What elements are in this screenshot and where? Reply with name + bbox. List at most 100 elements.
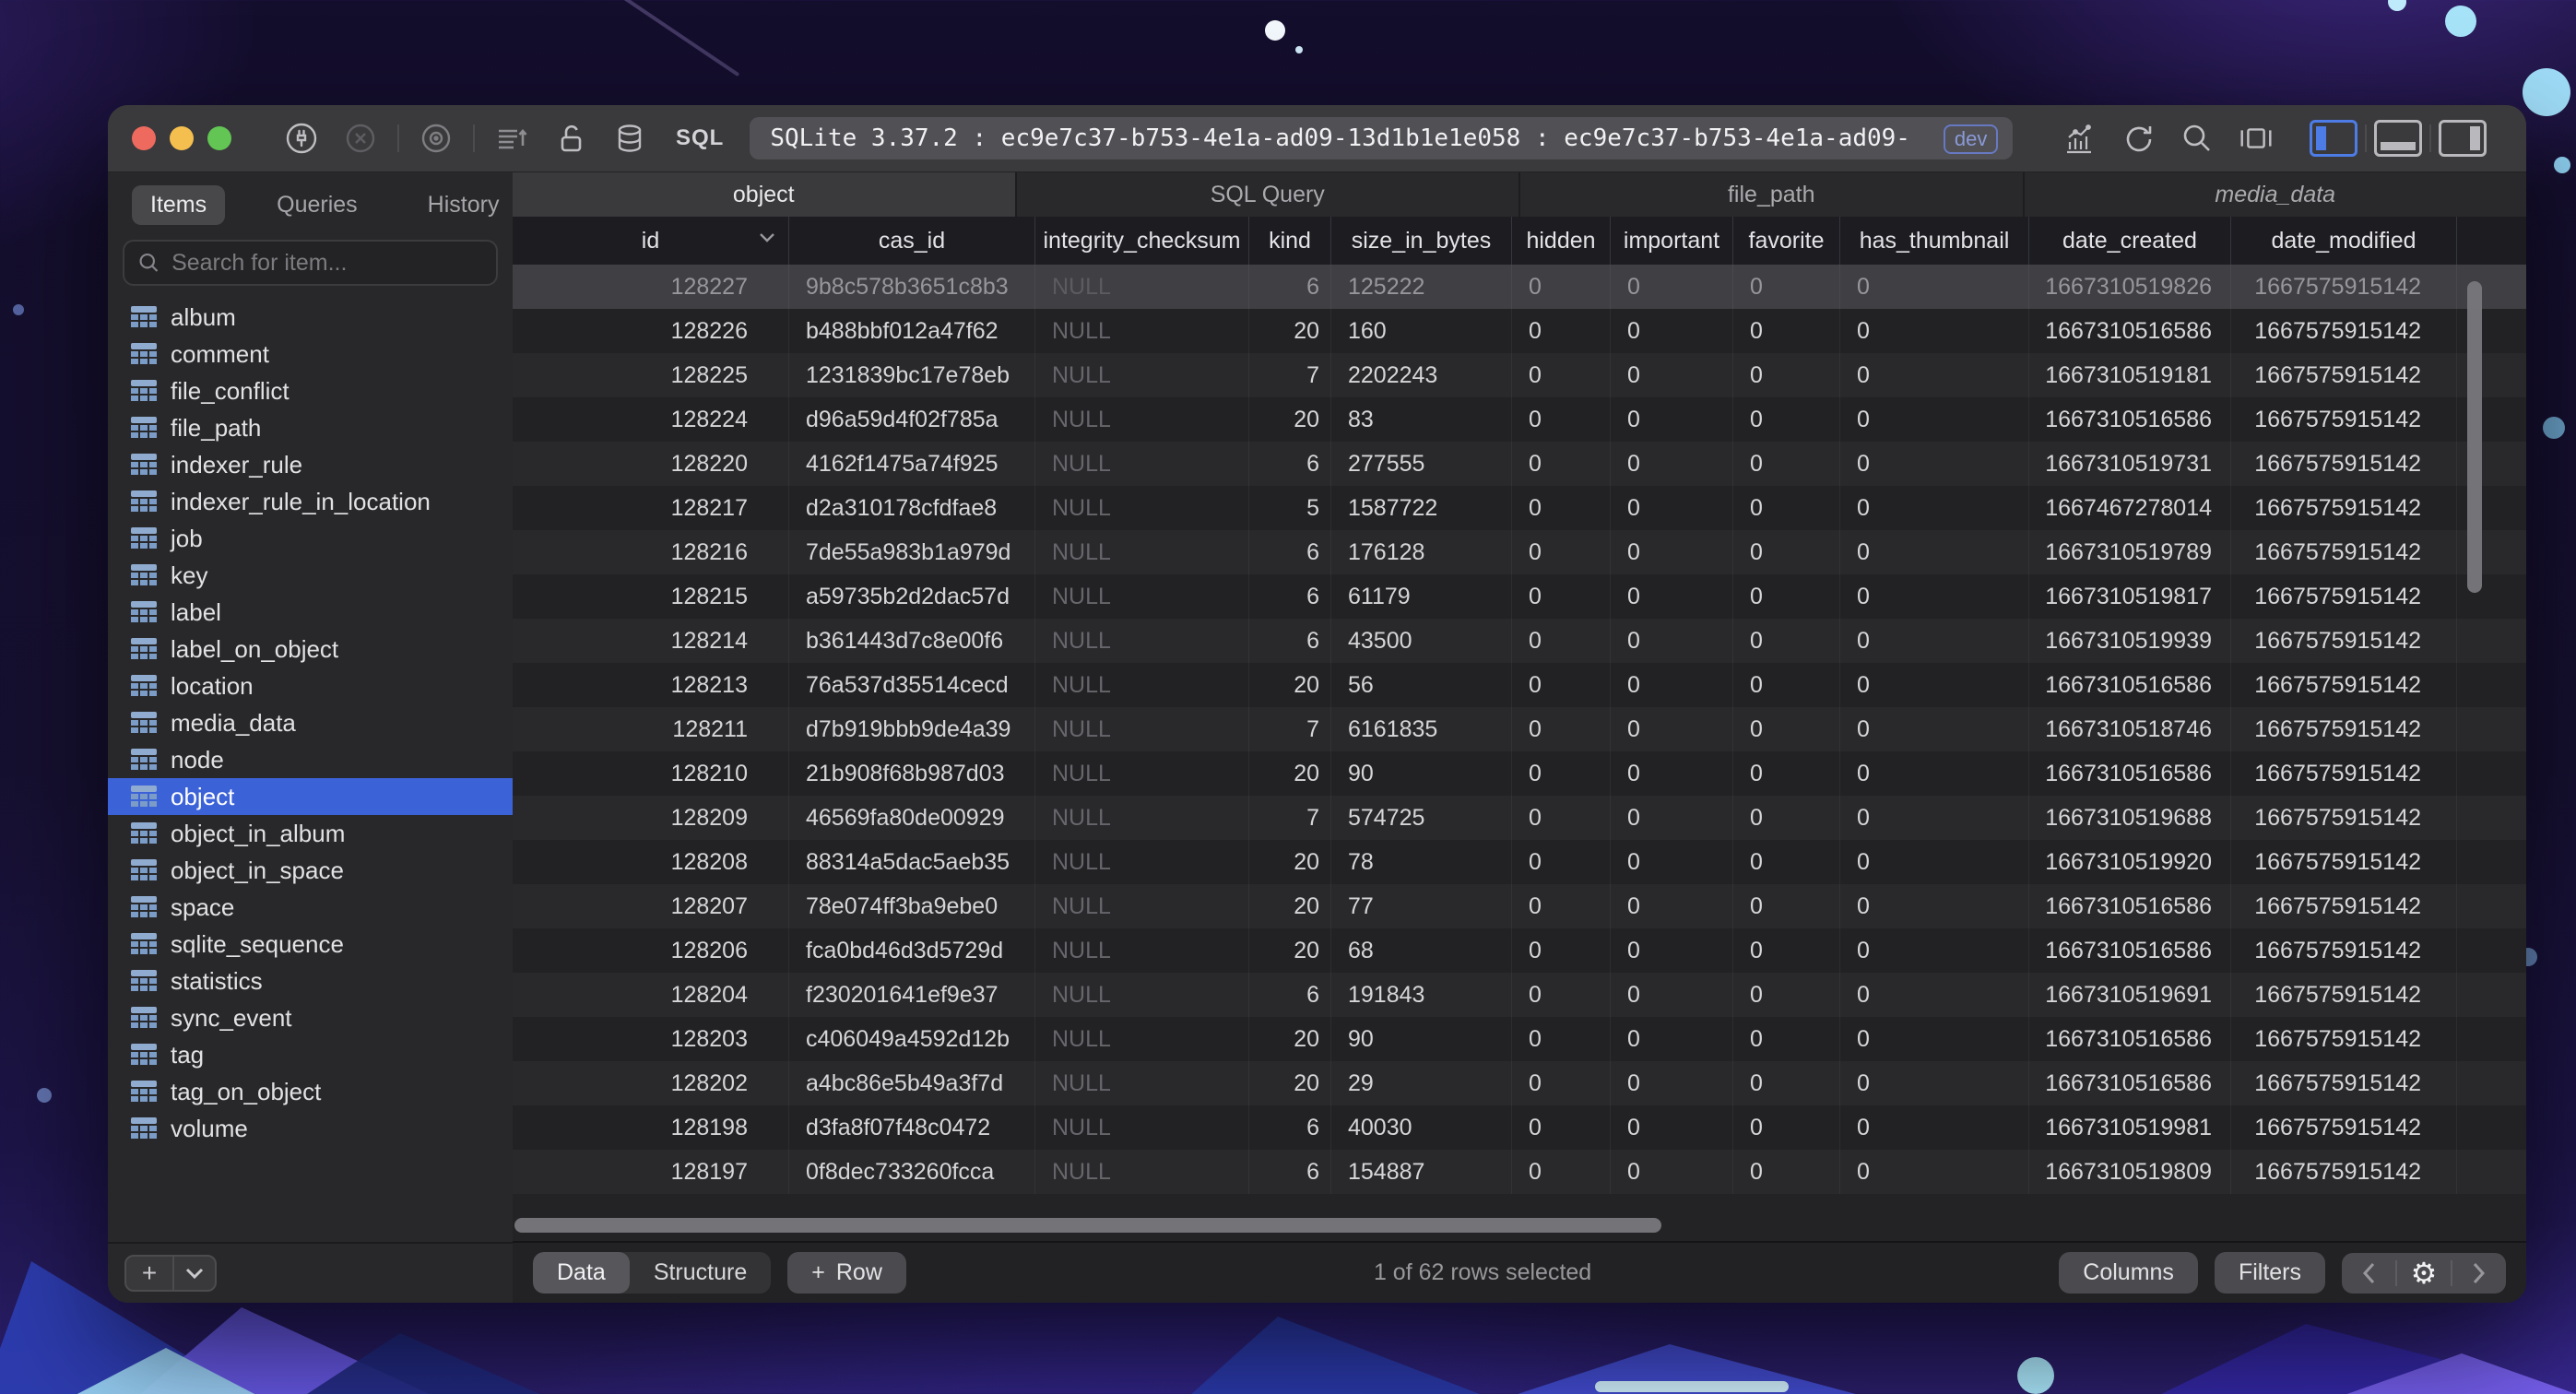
table-row[interactable]: 128202 a4bc86e5b49a3f7d NULL 20 29 0 0 0 0 166731… — [513, 1061, 2526, 1105]
toggle-left-sidebar-icon[interactable] — [2310, 120, 2358, 157]
sidebar-item-statistics[interactable]: statistics — [108, 963, 513, 999]
connection-title-field[interactable]: SQLite 3.37.2 : ec9e7c37-b753-4e1a-ad09-… — [750, 117, 2014, 159]
sort-chevron-down-icon[interactable] — [759, 232, 775, 243]
sidebar-item-tag[interactable]: tag — [108, 1036, 513, 1073]
sidebar-item-label[interactable]: label — [108, 594, 513, 631]
sidebar-tab-items[interactable]: Items — [132, 185, 226, 225]
eye-preview-icon[interactable] — [416, 118, 456, 159]
sidebar-tab-history[interactable]: History — [409, 185, 518, 225]
table-row[interactable]: 128213 76a537d35514cecd NULL 20 56 0 0 0 0 166731… — [513, 663, 2526, 707]
table-row[interactable]: 128207 78e074ff3ba9ebe0 NULL 20 77 0 0 0 0 166731… — [513, 884, 2526, 928]
search-input[interactable] — [170, 248, 483, 278]
database-icon[interactable] — [609, 118, 650, 159]
sidebar-item-sync_event[interactable]: sync_event — [108, 999, 513, 1036]
sidebar-item-node[interactable]: node — [108, 741, 513, 778]
table-row[interactable]: 128216 7de55a983b1a979d NULL 6 176128 0 0 0 0 166… — [513, 530, 2526, 574]
filters-button[interactable]: Filters — [2214, 1252, 2325, 1294]
table-row[interactable]: 128225 1231839bc17e78eb NULL 7 2202243 0 0 0 0 16… — [513, 353, 2526, 397]
table-row[interactable]: 128209 46569fa80de00929 NULL 7 574725 0 0 0 0 166… — [513, 796, 2526, 840]
cell-date_modified: 1667575915142 — [2231, 884, 2457, 928]
table-row[interactable]: 128197 0f8dec733260fcca NULL 6 154887 0 0 0 0 166… — [513, 1150, 2526, 1194]
table-row[interactable]: 128206 fca0bd46d3d5729d NULL 20 68 0 0 0 0 166731… — [513, 928, 2526, 973]
horizontal-scrollbar-thumb[interactable] — [514, 1218, 1661, 1233]
view-tab-data[interactable]: Data — [533, 1252, 630, 1294]
tab-object[interactable]: object — [513, 172, 1017, 217]
sidebar-item-location[interactable]: location — [108, 667, 513, 704]
add-row-button[interactable]: + Row — [787, 1252, 906, 1294]
sidebar-item-file_path[interactable]: file_path — [108, 409, 513, 446]
table-row[interactable]: 128215 a59735b2d2dac57d NULL 6 61179 0 0 0 0 1667… — [513, 574, 2526, 619]
sidebar-item-media_data[interactable]: media_data — [108, 704, 513, 741]
lock-open-icon[interactable] — [550, 118, 591, 159]
minimize-window-button[interactable] — [170, 126, 194, 150]
table-row[interactable]: 128198 d3fa8f07f48c0472 NULL 6 40030 0 0 0 0 1667… — [513, 1105, 2526, 1150]
table-row[interactable]: 128203 c406049a4592d12b NULL 20 90 0 0 0 0 166731… — [513, 1017, 2526, 1061]
sidebar-item-album[interactable]: album — [108, 299, 513, 336]
sidebar-tab-queries[interactable]: Queries — [258, 185, 376, 225]
sidebar-item-tag_on_object[interactable]: tag_on_object — [108, 1073, 513, 1110]
column-header-date_modified[interactable]: date_modified — [2231, 217, 2457, 265]
log-list-icon[interactable] — [491, 118, 532, 159]
cell-integrity_checksum: NULL — [1035, 840, 1249, 884]
vertical-scrollbar-thumb[interactable] — [2467, 281, 2482, 593]
settings-gear-icon[interactable]: ⚙ — [2397, 1253, 2451, 1294]
column-header-hidden[interactable]: hidden — [1512, 217, 1611, 265]
chart-stats-icon[interactable] — [2059, 118, 2099, 159]
column-header-size_in_bytes[interactable]: size_in_bytes — [1331, 217, 1512, 265]
add-item-menu-button[interactable] — [172, 1257, 215, 1290]
toggle-bottom-panel-icon[interactable] — [2374, 120, 2423, 157]
connection-plug-icon[interactable] — [281, 118, 322, 159]
sidebar-item-object[interactable]: object — [108, 778, 513, 815]
tab-media_data[interactable]: media_data — [2024, 172, 2526, 217]
sidebar-item-object_in_album[interactable]: object_in_album — [108, 815, 513, 852]
table-row[interactable]: 128214 b361443d7c8e00f6 NULL 6 43500 0 0 0 0 1667… — [513, 619, 2526, 663]
tab-sql-query[interactable]: SQL Query — [1016, 172, 1520, 217]
refresh-icon[interactable] — [2118, 118, 2158, 159]
sidebar-item-label_on_object[interactable]: label_on_object — [108, 631, 513, 667]
table-row[interactable]: 128227 9b8c578b3651c8b3 NULL 6 125222 0 0 0 0 166… — [513, 265, 2526, 309]
sidebar-item-space[interactable]: space — [108, 889, 513, 926]
column-header-kind[interactable]: kind — [1249, 217, 1331, 265]
column-header-integrity_checksum[interactable]: integrity_checksum — [1035, 217, 1249, 265]
column-header-favorite[interactable]: favorite — [1733, 217, 1840, 265]
sidebar-item-indexer_rule[interactable]: indexer_rule — [108, 446, 513, 483]
table-view-icon[interactable] — [2236, 118, 2276, 159]
sidebar-item-volume[interactable]: volume — [108, 1110, 513, 1147]
sidebar-item-comment[interactable]: comment — [108, 336, 513, 372]
search-icon[interactable] — [2177, 118, 2217, 159]
tab-file_path[interactable]: file_path — [1520, 172, 2025, 217]
cell-id: 128206 — [513, 928, 789, 973]
table-row[interactable]: 128208 88314a5dac5aeb35 NULL 20 78 0 0 0 0 166731… — [513, 840, 2526, 884]
table-row[interactable]: 128226 b488bbf012a47f62 NULL 20 160 0 0 0 0 16673… — [513, 309, 2526, 353]
header-filler — [2457, 217, 2526, 265]
cell-size_in_bytes: 6161835 — [1331, 707, 1512, 751]
sidebar-item-job[interactable]: job — [108, 520, 513, 557]
column-header-date_created[interactable]: date_created — [2029, 217, 2231, 265]
table-row[interactable]: 128211 d7b919bbb9de4a39 NULL 7 6161835 0 0 0 0 16… — [513, 707, 2526, 751]
disconnect-icon[interactable] — [340, 118, 381, 159]
column-header-cas_id[interactable]: cas_id — [789, 217, 1035, 265]
table-row[interactable]: 128204 f230201641ef9e37 NULL 6 191843 0 0 0 0 166… — [513, 973, 2526, 1017]
sidebar-item-key[interactable]: key — [108, 557, 513, 594]
next-page-button[interactable] — [2452, 1253, 2506, 1294]
column-header-important[interactable]: important — [1611, 217, 1733, 265]
table-row[interactable]: 128224 d96a59d4f02f785a NULL 20 83 0 0 0 0 166731… — [513, 397, 2526, 442]
toggle-right-sidebar-icon[interactable] — [2439, 120, 2487, 157]
sidebar-item-object_in_space[interactable]: object_in_space — [108, 852, 513, 889]
sidebar-item-sqlite_sequence[interactable]: sqlite_sequence — [108, 926, 513, 963]
column-header-has_thumbnail[interactable]: has_thumbnail — [1840, 217, 2029, 265]
sidebar-item-indexer_rule_in_location[interactable]: indexer_rule_in_location — [108, 483, 513, 520]
view-tab-structure[interactable]: Structure — [630, 1252, 771, 1294]
sidebar-search[interactable] — [123, 240, 498, 286]
close-window-button[interactable] — [132, 126, 156, 150]
table-row[interactable]: 128210 21b908f68b987d03 NULL 20 90 0 0 0 0 166731… — [513, 751, 2526, 796]
table-row[interactable]: 128217 d2a310178cfdfae8 NULL 5 1587722 0 0 0 0 16… — [513, 486, 2526, 530]
add-item-button[interactable]: + — [126, 1257, 172, 1290]
column-header-id[interactable]: id — [513, 217, 789, 265]
table-row[interactable]: 128220 4162f1475a74f925 NULL 6 277555 0 0 0 0 166… — [513, 442, 2526, 486]
horizontal-scrollbar[interactable] — [513, 1218, 2526, 1236]
sidebar-item-file_conflict[interactable]: file_conflict — [108, 372, 513, 409]
previous-page-button[interactable] — [2342, 1253, 2395, 1294]
zoom-window-button[interactable] — [207, 126, 231, 150]
columns-button[interactable]: Columns — [2059, 1252, 2198, 1294]
